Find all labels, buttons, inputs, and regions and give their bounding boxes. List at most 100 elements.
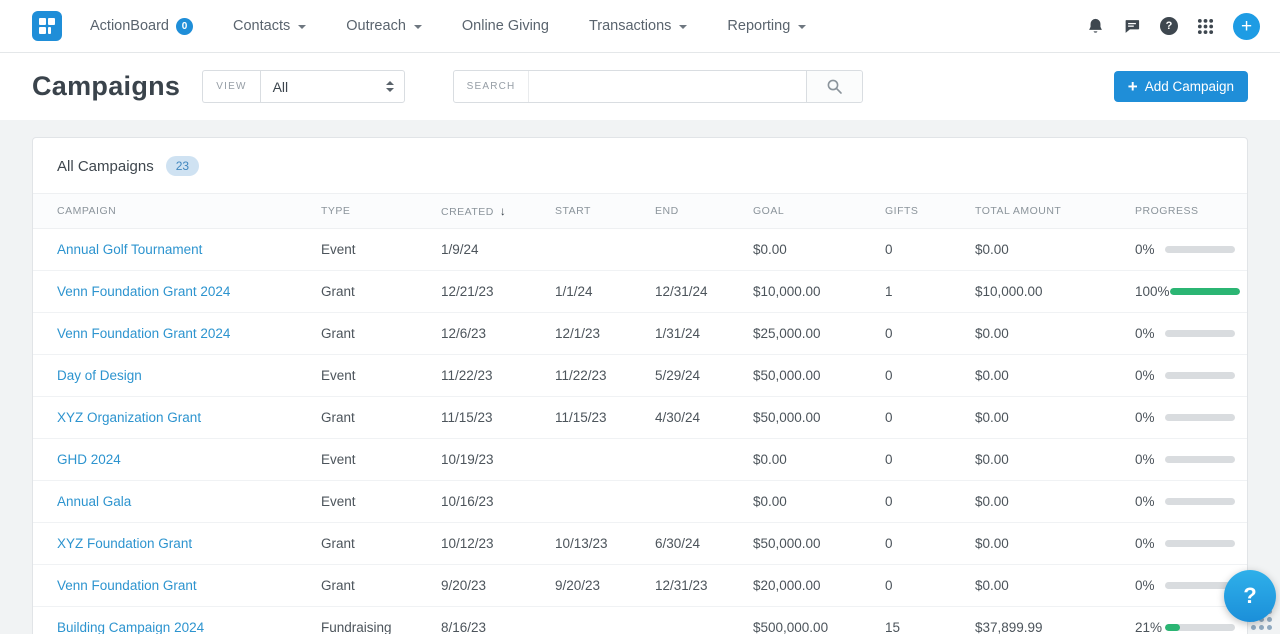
cell-start: 11/22/23 bbox=[523, 355, 623, 397]
cell-created: 9/20/23 bbox=[409, 565, 523, 607]
search-input[interactable] bbox=[528, 71, 805, 102]
table-row: Annual GalaEvent10/16/23$0.000$0.000% bbox=[33, 481, 1247, 523]
cell-progress: 0% bbox=[1103, 439, 1247, 481]
chat-bubble-icon bbox=[1123, 18, 1141, 35]
progress-bar bbox=[1165, 456, 1235, 463]
cell-gifts: 0 bbox=[853, 355, 943, 397]
campaign-link[interactable]: GHD 2024 bbox=[57, 452, 121, 467]
table-row: Annual Golf TournamentEvent1/9/24$0.000$… bbox=[33, 229, 1247, 271]
progress-wrap: 21% bbox=[1135, 620, 1247, 634]
nav-item-label: Online Giving bbox=[462, 18, 549, 34]
campaign-link[interactable]: Building Campaign 2024 bbox=[57, 620, 204, 634]
quick-add-button[interactable]: + bbox=[1233, 13, 1260, 40]
progress-percent: 0% bbox=[1135, 242, 1165, 257]
campaign-link[interactable]: XYZ Organization Grant bbox=[57, 410, 201, 425]
campaign-link[interactable]: Venn Foundation Grant bbox=[57, 578, 197, 593]
column-header-type[interactable]: TYPE bbox=[289, 194, 409, 229]
table-row: Day of DesignEvent11/22/2311/22/235/29/2… bbox=[33, 355, 1247, 397]
table-row: Venn Foundation Grant 2024Grant12/21/231… bbox=[33, 271, 1247, 313]
nav-item-reporting[interactable]: Reporting bbox=[727, 18, 806, 34]
cell-created: 1/9/24 bbox=[409, 229, 523, 271]
cell-gifts: 0 bbox=[853, 523, 943, 565]
campaign-link[interactable]: XYZ Foundation Grant bbox=[57, 536, 192, 551]
column-header-start[interactable]: START bbox=[523, 194, 623, 229]
view-select[interactable]: All bbox=[260, 70, 405, 103]
apps-grid-icon[interactable] bbox=[1197, 18, 1214, 35]
progress-percent: 100% bbox=[1135, 284, 1170, 299]
view-select-value: All bbox=[273, 79, 289, 95]
progress-bar bbox=[1165, 372, 1235, 379]
cell-gifts: 0 bbox=[853, 313, 943, 355]
campaign-link[interactable]: Annual Golf Tournament bbox=[57, 242, 202, 257]
panel-header: All Campaigns 23 bbox=[33, 138, 1247, 193]
cell-total: $37,899.99 bbox=[943, 607, 1103, 634]
campaign-link[interactable]: Day of Design bbox=[57, 368, 142, 383]
cell-goal: $50,000.00 bbox=[721, 397, 853, 439]
cell-goal: $25,000.00 bbox=[721, 313, 853, 355]
cell-progress: 0% bbox=[1103, 523, 1247, 565]
nav-item-online-giving[interactable]: Online Giving bbox=[462, 18, 549, 34]
campaign-link[interactable]: Venn Foundation Grant 2024 bbox=[57, 284, 230, 299]
column-header-label: GIFTS bbox=[885, 205, 918, 217]
cell-campaign: Annual Golf Tournament bbox=[33, 229, 289, 271]
campaigns-table: CAMPAIGN TYPE CREATED↓START END GOAL GIFTS TOT… bbox=[33, 193, 1247, 634]
column-header-progress[interactable]: PROGRESS bbox=[1103, 194, 1247, 229]
help-icon[interactable]: ? bbox=[1160, 17, 1178, 35]
column-header-label: PROGRESS bbox=[1135, 205, 1199, 217]
chevron-down-icon bbox=[298, 25, 306, 29]
column-header-gifts[interactable]: GIFTS bbox=[853, 194, 943, 229]
cell-created: 10/16/23 bbox=[409, 481, 523, 523]
question-mark-icon: ? bbox=[1160, 17, 1178, 35]
column-header-label: TOTAL AMOUNT bbox=[975, 205, 1061, 217]
cell-progress: 0% bbox=[1103, 481, 1247, 523]
campaign-link[interactable]: Venn Foundation Grant 2024 bbox=[57, 326, 230, 341]
cell-total: $10,000.00 bbox=[943, 271, 1103, 313]
progress-fill bbox=[1165, 624, 1180, 631]
top-nav: ActionBoard0 Contacts Outreach Online Givin… bbox=[0, 0, 1280, 53]
cell-start: 1/1/24 bbox=[523, 271, 623, 313]
progress-bar bbox=[1165, 414, 1235, 421]
column-header-label: GOAL bbox=[753, 205, 784, 217]
cell-type: Event bbox=[289, 355, 409, 397]
nav-item-outreach[interactable]: Outreach bbox=[346, 18, 422, 34]
help-fab-button[interactable]: ? bbox=[1224, 570, 1276, 622]
add-campaign-button[interactable]: + Add Campaign bbox=[1114, 71, 1248, 102]
nav-item-actionboard[interactable]: ActionBoard0 bbox=[90, 18, 193, 35]
cell-campaign: Venn Foundation Grant 2024 bbox=[33, 313, 289, 355]
column-header-campaign[interactable]: CAMPAIGN bbox=[33, 194, 289, 229]
cell-start bbox=[523, 229, 623, 271]
cell-progress: 100% bbox=[1103, 271, 1247, 313]
notifications-bell-icon[interactable] bbox=[1087, 17, 1104, 35]
campaign-link[interactable]: Annual Gala bbox=[57, 494, 131, 509]
app-logo[interactable] bbox=[32, 11, 62, 41]
cell-end: 12/31/23 bbox=[623, 565, 721, 607]
nav-item-transactions[interactable]: Transactions bbox=[589, 18, 687, 34]
column-header-created[interactable]: CREATED↓ bbox=[409, 194, 523, 229]
cell-campaign: Day of Design bbox=[33, 355, 289, 397]
plus-icon: + bbox=[1233, 13, 1260, 40]
cell-end: 5/29/24 bbox=[623, 355, 721, 397]
column-header-end[interactable]: END bbox=[623, 194, 721, 229]
table-row: XYZ Foundation GrantGrant10/12/2310/13/2… bbox=[33, 523, 1247, 565]
table-row: Venn Foundation Grant 2024Grant12/6/2312… bbox=[33, 313, 1247, 355]
search-label: SEARCH bbox=[454, 71, 529, 102]
cell-gifts: 1 bbox=[853, 271, 943, 313]
progress-percent: 0% bbox=[1135, 368, 1165, 383]
chat-icon[interactable] bbox=[1123, 18, 1141, 35]
main-content: All Campaigns 23 CAMPAIGN TYPE CREATED↓STA… bbox=[0, 120, 1280, 634]
column-header-label: TYPE bbox=[321, 205, 350, 217]
nav-item-contacts[interactable]: Contacts bbox=[233, 18, 306, 34]
cell-created: 10/19/23 bbox=[409, 439, 523, 481]
page-header: Campaigns VIEW All SEARCH + Add Campaign bbox=[0, 53, 1280, 120]
search-button[interactable] bbox=[806, 71, 862, 102]
panel-title: All Campaigns bbox=[57, 158, 154, 175]
column-header-total-amount[interactable]: TOTAL AMOUNT bbox=[943, 194, 1103, 229]
cell-created: 8/16/23 bbox=[409, 607, 523, 634]
bell-icon bbox=[1087, 17, 1104, 35]
main-nav: ActionBoard0 Contacts Outreach Online Givin… bbox=[90, 18, 1067, 35]
cell-gifts: 0 bbox=[853, 481, 943, 523]
cell-gifts: 0 bbox=[853, 439, 943, 481]
column-header-label: END bbox=[655, 205, 679, 217]
column-header-goal[interactable]: GOAL bbox=[721, 194, 853, 229]
cell-campaign: GHD 2024 bbox=[33, 439, 289, 481]
